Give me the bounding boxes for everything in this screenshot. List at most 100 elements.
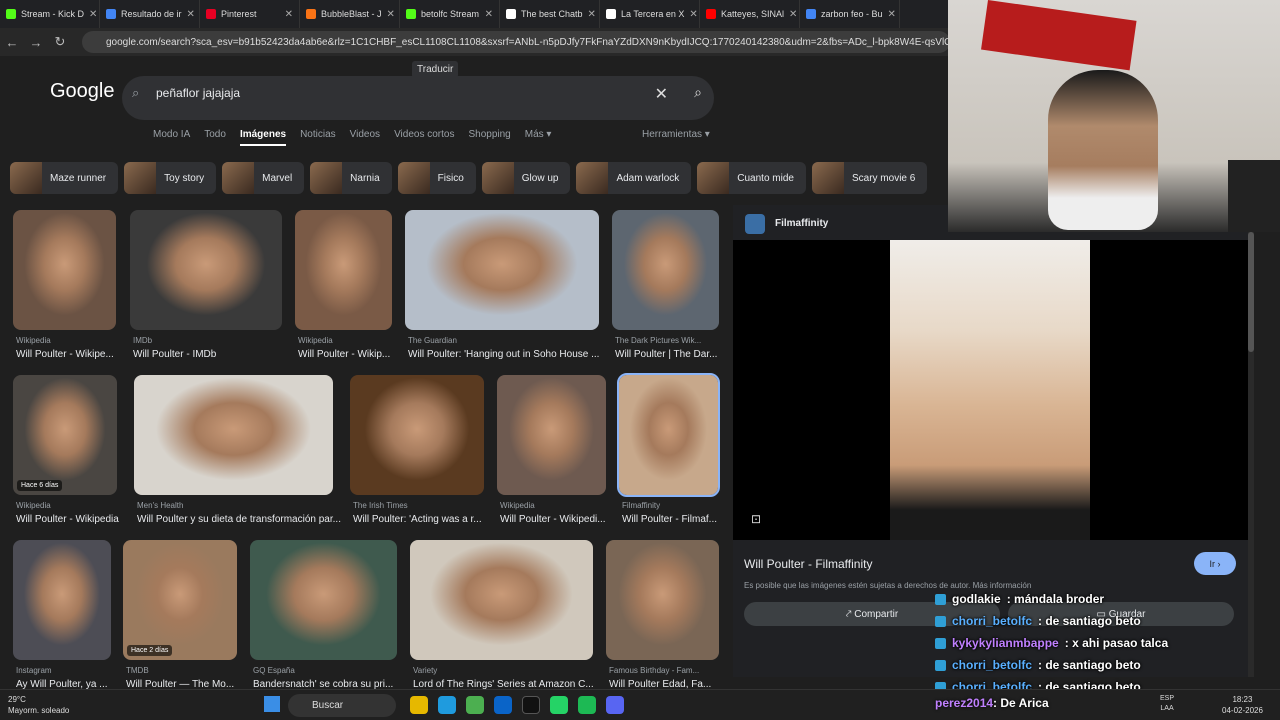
tab-videos[interactable]: Videos bbox=[350, 129, 380, 146]
browser-tab[interactable]: Stream - Kick D ✕ bbox=[0, 0, 100, 28]
reload-icon[interactable]: ↻ bbox=[48, 34, 72, 50]
browser-tab[interactable]: Katteyes, SINAl ✕ bbox=[700, 0, 800, 28]
result-title[interactable]: Will Poulter - Wikip... bbox=[298, 349, 405, 360]
tab-shopping[interactable]: Shopping bbox=[468, 129, 510, 146]
preview-image[interactable] bbox=[890, 240, 1090, 540]
result-title[interactable]: Will Poulter - Filmaf... bbox=[622, 514, 731, 525]
chip[interactable]: Cuanto mide bbox=[697, 162, 806, 194]
image-result[interactable]: The Guardian Will Poulter: 'Hanging out i… bbox=[405, 210, 599, 360]
result-thumbnail[interactable] bbox=[617, 373, 720, 497]
result-source[interactable]: Instagram bbox=[16, 666, 114, 675]
result-title[interactable]: Will Poulter y su dieta de transformació… bbox=[137, 514, 346, 525]
tab-imagenes[interactable]: Imágenes bbox=[239, 129, 287, 146]
search-box[interactable]: ⌕ peñaflor jajajaja ✕ ⌕ bbox=[122, 76, 714, 120]
spotify-icon[interactable] bbox=[578, 696, 596, 714]
image-result[interactable]: Instagram Ay Will Poulter, ya ... bbox=[13, 540, 111, 690]
result-title[interactable]: Will Poulter: 'Hanging out in Soho House… bbox=[408, 349, 612, 360]
edge-icon[interactable] bbox=[438, 696, 456, 714]
tools-button[interactable]: Herramientas ▾ bbox=[642, 129, 710, 140]
result-thumbnail[interactable] bbox=[612, 210, 719, 330]
chip[interactable]: Toy story bbox=[124, 162, 217, 194]
panel-source[interactable]: Filmaffinity bbox=[775, 218, 828, 229]
result-title[interactable]: Will Poulter: 'Acting was a r... bbox=[353, 514, 497, 525]
result-source[interactable]: IMDb bbox=[133, 336, 285, 345]
result-thumbnail[interactable] bbox=[130, 210, 282, 330]
weather-widget[interactable]: 29°C Mayorm. soleado bbox=[8, 694, 69, 716]
close-tab-icon[interactable]: ✕ bbox=[285, 9, 293, 20]
chip[interactable]: Narnia bbox=[310, 162, 392, 194]
image-result[interactable]: Wikipedia Will Poulter - Wikip... bbox=[295, 210, 392, 360]
chip[interactable]: Adam warlock bbox=[576, 162, 692, 194]
whatsapp-icon[interactable] bbox=[550, 696, 568, 714]
lens-icon[interactable]: ⊡ bbox=[751, 512, 761, 526]
image-result[interactable]: GQ España Bandersnatch' se cobra su pri..… bbox=[250, 540, 397, 690]
result-title[interactable]: Will Poulter - IMDb bbox=[133, 349, 295, 360]
taskbar-search[interactable]: Buscar bbox=[288, 694, 396, 717]
result-source[interactable]: Wikipedia bbox=[16, 336, 119, 345]
result-source[interactable]: Famous Birthday - Fam... bbox=[609, 666, 722, 675]
tab-mas[interactable]: Más ▾ bbox=[525, 129, 552, 146]
result-source[interactable]: Filmaffinity bbox=[622, 501, 721, 510]
result-thumbnail[interactable] bbox=[350, 375, 484, 495]
browser-tab[interactable]: Resultado de ir ✕ bbox=[100, 0, 200, 28]
result-thumbnail[interactable] bbox=[410, 540, 593, 660]
go-button[interactable]: Ir › bbox=[1194, 552, 1236, 575]
result-title[interactable]: Will Poulter - Wikipe... bbox=[16, 349, 129, 360]
tab-modo-ia[interactable]: Modo IA bbox=[153, 129, 190, 146]
result-source[interactable]: Wikipedia bbox=[298, 336, 395, 345]
result-thumbnail[interactable] bbox=[13, 210, 116, 330]
result-thumbnail[interactable] bbox=[497, 375, 606, 495]
tab-todo[interactable]: Todo bbox=[204, 129, 226, 146]
result-thumbnail[interactable] bbox=[405, 210, 599, 330]
result-source[interactable]: TMDB bbox=[126, 666, 240, 675]
forward-icon[interactable]: → bbox=[24, 35, 48, 50]
image-result[interactable]: The Irish Times Will Poulter: 'Acting was… bbox=[350, 375, 484, 525]
image-result[interactable]: The Dark Pictures Wik... Will Poulter | T… bbox=[612, 210, 719, 360]
result-thumbnail[interactable] bbox=[606, 540, 719, 660]
clear-icon[interactable]: ✕ bbox=[655, 84, 668, 104]
search-submit-icon[interactable]: ⌕ bbox=[694, 84, 702, 101]
search-input[interactable]: peñaflor jajajaja bbox=[156, 86, 240, 100]
image-result[interactable]: Variety Lord of The Rings' Series at Amaz… bbox=[410, 540, 594, 690]
scrollbar[interactable] bbox=[1248, 232, 1254, 677]
result-thumbnail[interactable] bbox=[134, 375, 333, 495]
tab-noticias[interactable]: Noticias bbox=[300, 129, 336, 146]
browser-tab[interactable]: La Tercera en X ✕ bbox=[600, 0, 700, 28]
chip[interactable]: Marvel bbox=[222, 162, 305, 194]
image-result[interactable]: Men's Health Will Poulter y su dieta de t… bbox=[134, 375, 341, 525]
tiktok-icon[interactable] bbox=[522, 696, 540, 714]
image-result[interactable]: Hace 6 días Wikipedia Will Poulter - Wikip… bbox=[13, 375, 120, 525]
browser-tab[interactable]: betolfc Stream ✕ bbox=[400, 0, 500, 28]
result-source[interactable]: GQ España bbox=[253, 666, 400, 675]
close-tab-icon[interactable]: ✕ bbox=[588, 9, 596, 20]
result-source[interactable]: Men's Health bbox=[137, 501, 336, 510]
discord-icon[interactable] bbox=[606, 696, 624, 714]
chip[interactable]: Glow up bbox=[481, 162, 571, 194]
image-result[interactable]: Wikipedia Will Poulter - Wikipedi... bbox=[497, 375, 606, 525]
result-thumbnail[interactable] bbox=[250, 540, 397, 660]
image-result[interactable]: Hace 2 días TMDB Will Poulter — The Mo... bbox=[123, 540, 237, 690]
close-tab-icon[interactable]: ✕ bbox=[888, 9, 896, 20]
browser-tab[interactable]: zarbon feo - Bu ✕ bbox=[800, 0, 900, 28]
language-indicator[interactable]: ESP LAA bbox=[1160, 694, 1174, 714]
close-tab-icon[interactable]: ✕ bbox=[187, 9, 195, 20]
result-title[interactable]: Will Poulter | The Dar... bbox=[615, 349, 732, 360]
result-title[interactable]: Will Poulter - Wikipedia bbox=[16, 514, 130, 525]
windows-start-icon[interactable] bbox=[264, 696, 280, 712]
back-icon[interactable]: ← bbox=[0, 35, 24, 50]
result-source[interactable]: Wikipedia bbox=[500, 501, 609, 510]
result-source[interactable]: Wikipedia bbox=[16, 501, 120, 510]
chrome-icon[interactable] bbox=[466, 696, 484, 714]
chip[interactable]: Fisico bbox=[397, 162, 476, 194]
result-source[interactable]: The Guardian bbox=[408, 336, 602, 345]
scrollbar-thumb[interactable] bbox=[1248, 232, 1254, 352]
result-thumbnail[interactable] bbox=[13, 540, 111, 660]
result-source[interactable]: The Dark Pictures Wik... bbox=[615, 336, 722, 345]
result-thumbnail[interactable]: Hace 6 días bbox=[13, 375, 117, 495]
outlook-icon[interactable] bbox=[494, 696, 512, 714]
browser-tab[interactable]: BubbleBlast - J ✕ bbox=[300, 0, 400, 28]
google-logo[interactable]: Google bbox=[50, 80, 115, 103]
image-result[interactable]: Filmaffinity Will Poulter - Filmaf... bbox=[617, 373, 721, 525]
panel-title[interactable]: Will Poulter - Filmaffinity bbox=[744, 557, 872, 571]
chip[interactable]: Scary movie 6 bbox=[811, 162, 928, 194]
